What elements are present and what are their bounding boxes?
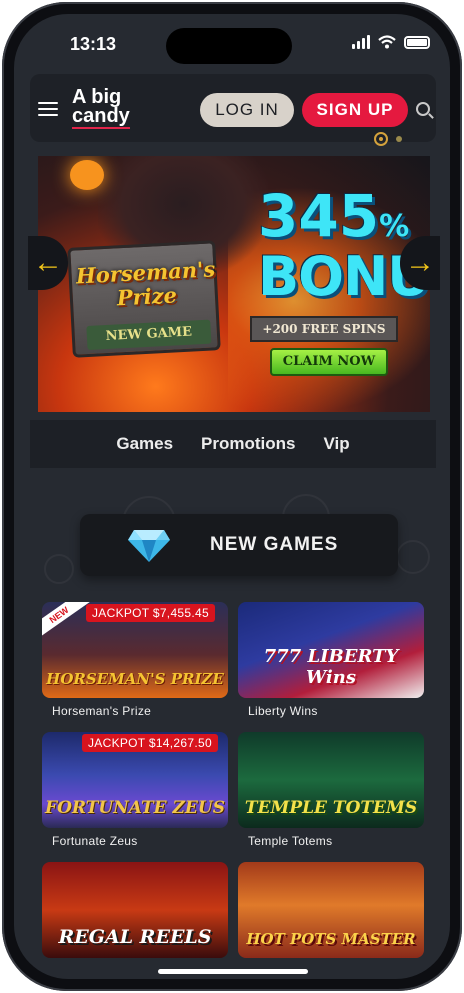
screen: 13:13 A big candy LOG IN SIGN UP Horsema… — [14, 14, 450, 979]
tab-games[interactable]: Games — [116, 434, 173, 454]
game-name: Temple Totems — [248, 834, 333, 848]
signal-icon — [352, 35, 370, 49]
jackpot-badge: JACKPOT $7,455.45 — [86, 604, 215, 622]
login-button[interactable]: LOG IN — [200, 93, 294, 127]
tab-promotions[interactable]: Promotions — [201, 434, 295, 454]
diamond-icon — [128, 530, 170, 562]
tab-vip[interactable]: Vip — [324, 434, 350, 454]
battery-icon — [404, 35, 430, 49]
thumbnail-title: HORSEMAN'S PRIZE — [46, 670, 224, 688]
game-card[interactable]: FORTUNATE ZEUS JACKPOT $14,267.50 Fortun… — [42, 732, 228, 848]
game-thumbnail[interactable]: TEMPLE TOTEMS — [238, 732, 424, 828]
thumbnail-title: HOT POTS MASTER — [246, 930, 416, 948]
background-decoration — [396, 540, 430, 574]
game-thumbnail[interactable]: REGAL REELS — [42, 862, 228, 958]
site-logo[interactable]: A big candy — [72, 87, 130, 129]
game-card[interactable]: REGAL REELS — [42, 862, 228, 964]
game-thumbnail[interactable]: FORTUNATE ZEUS JACKPOT $14,267.50 — [42, 732, 228, 828]
status-icons — [352, 35, 430, 49]
category-tabs: Games Promotions Vip — [30, 420, 436, 468]
pumpkin-graphic — [70, 160, 104, 190]
banner-game-title: Horseman's Prize — [75, 256, 216, 311]
signup-button[interactable]: SIGN UP — [302, 93, 408, 127]
thumbnail-title: FORTUNATE ZEUS — [45, 798, 225, 818]
bonus-percent-value: 345 — [258, 182, 380, 250]
game-name: Fortunate Zeus — [52, 834, 138, 848]
game-card[interactable]: TEMPLE TOTEMS Temple Totems — [238, 732, 424, 848]
game-thumbnail[interactable]: 777 LIBERTY Wins — [238, 602, 424, 698]
promo-banner[interactable]: Horseman's Prize NEW GAME 345% BONUS +20… — [38, 156, 430, 412]
new-ribbon: NEW — [42, 602, 92, 641]
wifi-icon — [378, 35, 396, 49]
logo-line-2: candy — [72, 105, 130, 129]
search-icon[interactable] — [416, 102, 430, 116]
banner-game-tag: NEW GAME — [86, 319, 212, 351]
hamburger-icon[interactable] — [38, 102, 58, 116]
thumbnail-title: TEMPLE TOTEMS — [244, 798, 418, 818]
new-games-header[interactable]: NEW GAMES — [80, 514, 398, 576]
game-card[interactable]: HOT POTS MASTER — [238, 862, 424, 964]
free-spins-label: +200 FREE SPINS — [250, 316, 398, 342]
game-thumbnail[interactable]: HOT POTS MASTER — [238, 862, 424, 958]
dynamic-island — [166, 28, 292, 64]
game-name: Horseman's Prize — [52, 704, 152, 718]
game-card[interactable]: HORSEMAN'S PRIZE NEW JACKPOT $7,455.45 H… — [42, 602, 228, 718]
thumbnail-title: 777 LIBERTY Wins — [263, 646, 399, 688]
thumbnail-title: REGAL REELS — [58, 926, 212, 948]
carousel-dot-active[interactable] — [374, 132, 388, 146]
jackpot-badge: JACKPOT $14,267.50 — [82, 734, 218, 752]
game-sign: Horseman's Prize NEW GAME — [67, 240, 221, 358]
carousel-dot[interactable] — [396, 136, 402, 142]
claim-now-button[interactable]: CLAIM NOW — [270, 348, 388, 376]
bonus-percent-sign: % — [379, 209, 410, 244]
background-decoration — [44, 554, 74, 584]
home-indicator[interactable] — [158, 969, 308, 974]
game-name: Liberty Wins — [248, 704, 318, 718]
status-time: 13:13 — [70, 34, 117, 54]
carousel-dots — [374, 132, 402, 146]
section-title: NEW GAMES — [210, 534, 339, 555]
phone-frame: 13:13 A big candy LOG IN SIGN UP Horsema… — [2, 2, 462, 991]
game-thumbnail[interactable]: HORSEMAN'S PRIZE NEW JACKPOT $7,455.45 — [42, 602, 228, 698]
game-card[interactable]: 777 LIBERTY Wins Liberty Wins — [238, 602, 424, 718]
